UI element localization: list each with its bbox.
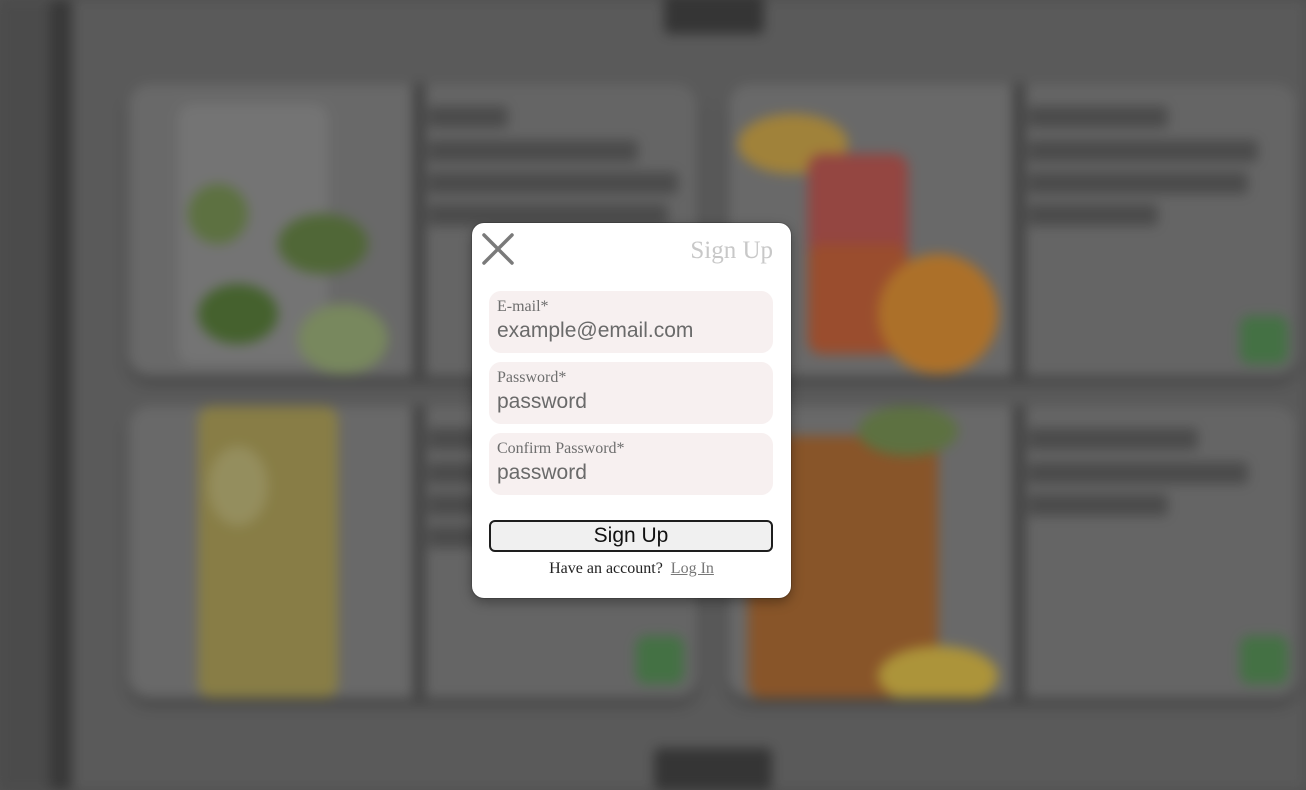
login-prompt: Have an account? Log In: [472, 560, 791, 578]
password-input[interactable]: [497, 389, 765, 415]
login-prompt-text: Have an account?: [549, 560, 663, 577]
signup-modal: Sign Up E-mail* Password* Confirm Passwo…: [472, 223, 791, 598]
sign-up-button[interactable]: Sign Up: [489, 520, 773, 552]
page: Sign Up E-mail* Password* Confirm Passwo…: [0, 0, 1306, 790]
confirm-password-field-container[interactable]: Confirm Password*: [489, 433, 773, 495]
email-field-container[interactable]: E-mail*: [489, 291, 773, 353]
close-button[interactable]: [480, 231, 516, 267]
close-icon: [482, 233, 514, 265]
confirm-password-input[interactable]: [497, 460, 765, 486]
modal-title: Sign Up: [690, 237, 773, 264]
password-label: Password*: [497, 369, 567, 386]
log-in-link[interactable]: Log In: [671, 560, 714, 577]
email-label: E-mail*: [497, 298, 549, 315]
confirm-password-label: Confirm Password*: [497, 440, 625, 457]
password-field-container[interactable]: Password*: [489, 362, 773, 424]
email-input[interactable]: [497, 318, 765, 344]
